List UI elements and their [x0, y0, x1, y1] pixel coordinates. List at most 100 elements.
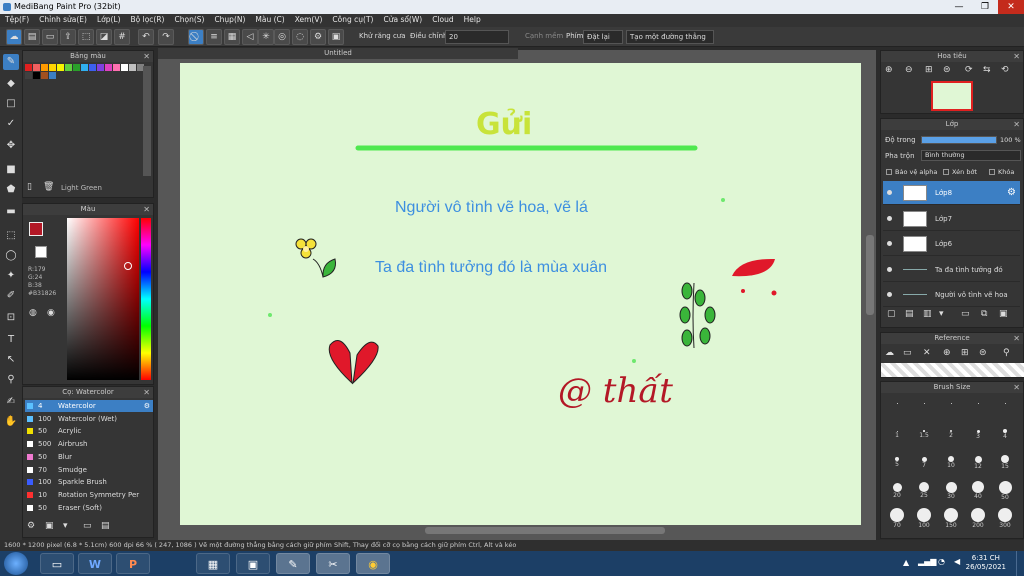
reset-view-icon[interactable]: ⟲: [1001, 65, 1009, 75]
brush-size-cell[interactable]: 2: [939, 424, 963, 450]
brush-size-cell[interactable]: 30: [939, 480, 963, 506]
dot-tool-icon[interactable]: □: [3, 96, 19, 112]
brush-size-cell[interactable]: 25: [912, 480, 936, 506]
swatch-scrollbar[interactable]: [143, 66, 151, 176]
brush-size-cell[interactable]: 4: [993, 424, 1017, 450]
brush-size-cell[interactable]: 5: [885, 452, 909, 478]
select-pen-icon[interactable]: ✐: [3, 288, 19, 304]
duplicate-layer-icon[interactable]: ⧉: [981, 309, 987, 319]
color-swatch[interactable]: [65, 64, 72, 71]
brush-size-cell[interactable]: 50: [993, 480, 1017, 506]
visibility-icon[interactable]: [887, 292, 892, 297]
brush-size-cell[interactable]: [993, 396, 1017, 422]
parallel-snap-icon[interactable]: ≡: [206, 29, 222, 45]
zoom-out-icon[interactable]: ⊖: [905, 65, 913, 75]
brush-copy-icon[interactable]: ▭: [83, 521, 92, 531]
layer-row[interactable]: Lớp8 ⚙: [883, 181, 1020, 205]
reference-eyedropper-icon[interactable]: ⚲: [1003, 348, 1010, 358]
layer-row[interactable]: Người vô tình vẽ hoa: [883, 283, 1020, 307]
brush-item[interactable]: 500 Airbrush: [25, 438, 153, 450]
smudge-tool-icon[interactable]: ✍: [3, 394, 19, 410]
menu-snap[interactable]: Chụp(N): [209, 14, 250, 25]
menu-filter[interactable]: Bộ lọc(R): [126, 14, 170, 25]
flip-icon[interactable]: ⇆: [983, 65, 991, 75]
visibility-icon[interactable]: [887, 241, 892, 246]
palette-icon[interactable]: ◍: [29, 308, 37, 318]
deselect-icon[interactable]: ⬚: [78, 29, 94, 45]
save-icon[interactable]: ▤: [24, 29, 40, 45]
brush-add-icon[interactable]: ▾: [63, 521, 68, 531]
brush-size-cell[interactable]: 3: [966, 424, 990, 450]
color-swatch[interactable]: [121, 64, 128, 71]
menu-file[interactable]: Tệp(F): [0, 14, 34, 25]
navigator-thumbnail[interactable]: [931, 81, 973, 111]
drawing-page[interactable]: Gửi Người vô tình vẽ hoa, vẽ lá Ta đa tì…: [180, 63, 861, 525]
reference-view[interactable]: [881, 363, 1024, 377]
color-swatch[interactable]: [41, 64, 48, 71]
brush-item[interactable]: 50 Acrylic: [25, 425, 153, 437]
brush-size-cell[interactable]: 12: [966, 452, 990, 478]
folder-icon[interactable]: ▭: [961, 309, 970, 319]
brush-settings-icon[interactable]: ⚙: [144, 400, 150, 412]
reference-close-icon[interactable]: ✕: [923, 348, 931, 358]
add-swatch-icon[interactable]: ▯: [27, 182, 32, 192]
layer-row[interactable]: Lớp6: [883, 232, 1020, 256]
color-swatch[interactable]: [97, 64, 104, 71]
wheel-icon[interactable]: ◉: [47, 308, 55, 318]
saturation-field[interactable]: [67, 218, 139, 380]
canvas-tab[interactable]: Untitled: [158, 48, 518, 59]
chrome-icon[interactable]: ◉: [356, 553, 390, 574]
minimize-button[interactable]: —: [946, 0, 972, 14]
color-swatch[interactable]: [33, 64, 40, 71]
swatch-grid[interactable]: [25, 64, 144, 82]
brush-item[interactable]: 100 Watercolor (Wet): [25, 413, 153, 425]
grid-icon[interactable]: #: [114, 29, 130, 45]
brush-item[interactable]: 50 Blur: [25, 451, 153, 463]
brush-size-cell[interactable]: 10: [939, 452, 963, 478]
powerpoint-icon[interactable]: P: [116, 553, 150, 574]
zoom-in-icon[interactable]: ⊕: [885, 65, 893, 75]
protect-alpha-checkbox[interactable]: [886, 169, 892, 175]
brush-item[interactable]: 4 Watercolor ⚙: [25, 400, 153, 412]
gradient-tool-icon[interactable]: ▬: [3, 204, 19, 220]
snap-settings-icon[interactable]: ▣: [328, 29, 344, 45]
brush-item[interactable]: 50 Eraser (Soft): [25, 502, 153, 514]
magic-wand-icon[interactable]: ✦: [3, 268, 19, 284]
lock-checkbox[interactable]: [989, 169, 995, 175]
clipping-checkbox[interactable]: [943, 169, 949, 175]
reference-fit-icon[interactable]: ⊞: [961, 348, 969, 358]
vanishing-snap-icon[interactable]: ◁: [242, 29, 258, 45]
line-tool-icon[interactable]: ✓: [3, 116, 19, 132]
start-button[interactable]: [4, 552, 28, 575]
merge-layer-icon[interactable]: ▣: [999, 309, 1008, 319]
calculator-icon[interactable]: ▦: [196, 553, 230, 574]
menu-view[interactable]: Xem(V): [290, 14, 328, 25]
color-swatch[interactable]: [73, 64, 80, 71]
brush-size-cell[interactable]: 300: [993, 508, 1017, 534]
color-swatch[interactable]: [57, 64, 64, 71]
shape-tool-icon[interactable]: ■: [3, 162, 19, 178]
close-button[interactable]: ✕: [998, 0, 1024, 14]
brush-folder-icon[interactable]: ▣: [45, 521, 54, 531]
layer-row[interactable]: Ta đa tình tưởng đó: [883, 258, 1020, 282]
color-swatch[interactable]: [81, 64, 88, 71]
word-icon[interactable]: W: [78, 553, 112, 574]
layer-settings-icon[interactable]: ⚙: [1007, 187, 1016, 198]
close-icon[interactable]: ✕: [143, 51, 150, 62]
brush-size-cell[interactable]: 20: [885, 480, 909, 506]
color-picker-cursor[interactable]: [124, 262, 132, 270]
cross-snap-icon[interactable]: ▦: [224, 29, 240, 45]
brush-size-cell[interactable]: 200: [966, 508, 990, 534]
delete-swatch-icon[interactable]: 🗑: [43, 182, 54, 192]
canvas-horizontal-scrollbar[interactable]: [425, 527, 665, 534]
curve-snap-icon[interactable]: ◌: [292, 29, 308, 45]
transfer-icon[interactable]: ⇪: [60, 29, 76, 45]
color-swatch[interactable]: [49, 64, 56, 71]
explorer-icon[interactable]: ▭: [40, 553, 74, 574]
color-swatch[interactable]: [89, 64, 96, 71]
close-icon[interactable]: ✕: [1013, 382, 1020, 393]
brush-size-cell[interactable]: 15: [993, 452, 1017, 478]
fit-icon[interactable]: ⊞: [925, 65, 933, 75]
sub-color-swatch[interactable]: [35, 246, 47, 258]
brush-size-cell[interactable]: 1.5: [912, 424, 936, 450]
